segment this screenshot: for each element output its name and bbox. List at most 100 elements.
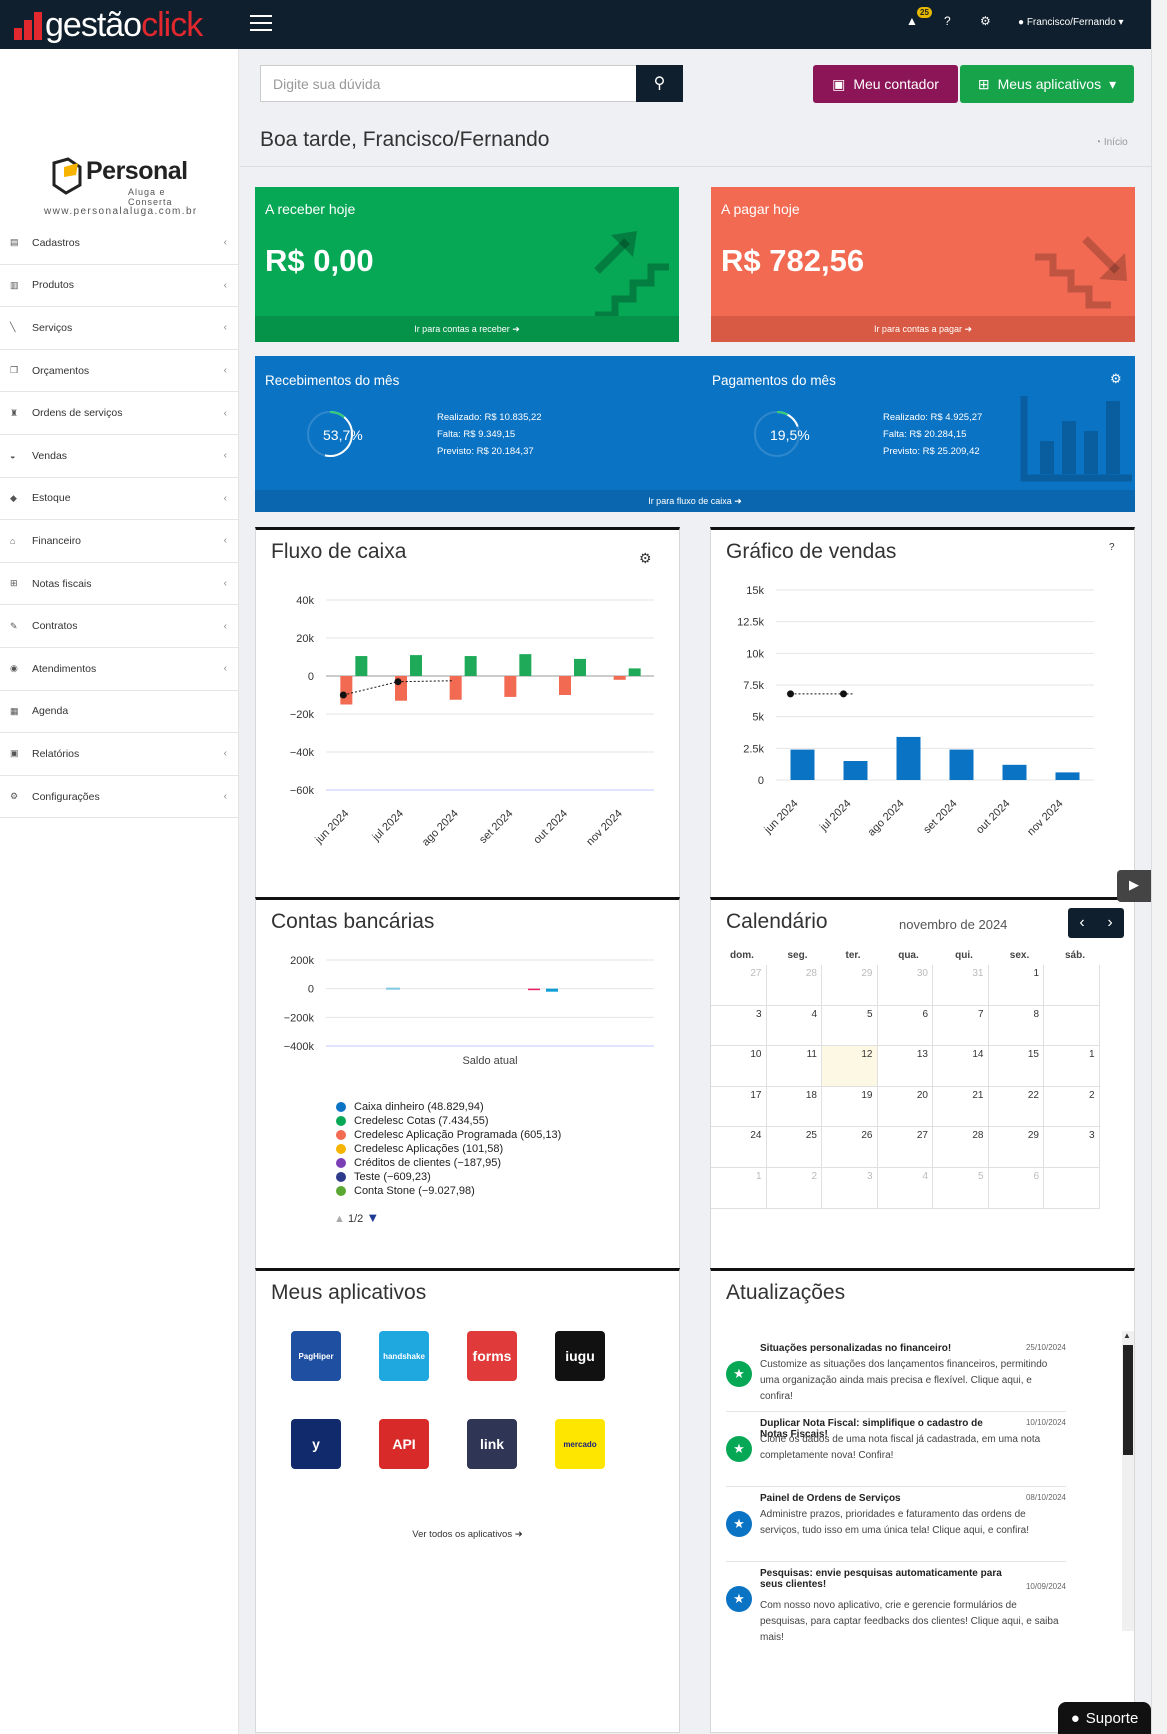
search-input[interactable]: Digite sua dúvida <box>260 65 637 102</box>
meus-aplicativos-button[interactable]: ⊞ Meus aplicativos ▾ <box>960 65 1134 103</box>
calendar-day[interactable]: 6 <box>877 1005 933 1047</box>
calendar-day[interactable]: 7 <box>933 1005 989 1047</box>
sidebar-item-notas-fiscais[interactable]: ⊞ Notas fiscais ‹ <box>0 563 239 606</box>
calendar-day[interactable]: 25 <box>766 1127 822 1168</box>
calendar-day[interactable]: 8 <box>988 1005 1044 1047</box>
calendar-day[interactable]: 1 <box>1044 1046 1100 1087</box>
calendar-day[interactable]: 21 <box>933 1086 989 1128</box>
app-logo[interactable]: gestão click <box>14 6 203 44</box>
sidebar-item-estoque[interactable]: ◆ Estoque ‹ <box>0 478 239 521</box>
next-month-button[interactable]: › <box>1096 908 1124 938</box>
sidebar-item-configura-es[interactable]: ⚙ Configurações ‹ <box>0 776 239 819</box>
calendar-day[interactable]: 19 <box>822 1086 878 1128</box>
sidebar-item-servi-os[interactable]: ╲ Serviços ‹ <box>0 307 239 350</box>
app-tile[interactable]: PagHiper <box>291 1331 341 1381</box>
calendar-day[interactable]: 28 <box>933 1127 989 1168</box>
sidebar-item-cadastros[interactable]: ▤ Cadastros ‹ <box>0 222 239 265</box>
help-icon[interactable]: ? <box>1109 542 1115 553</box>
sidebar-item-relat-rios[interactable]: ▣ Relatórios ‹ <box>0 733 239 776</box>
app-tile[interactable]: link <box>467 1419 517 1469</box>
legend-item[interactable]: Teste (−609,23) <box>336 1170 666 1184</box>
calendar-day[interactable]: 29 <box>822 965 878 1006</box>
sidebar-item-or-amentos[interactable]: ❐ Orçamentos ‹ <box>0 350 239 393</box>
contas-pagar-link[interactable]: Ir para contas a pagar ➜ <box>711 316 1135 342</box>
sidebar-item-financeiro[interactable]: ⌂ Financeiro ‹ <box>0 520 239 563</box>
help-icon[interactable]: ? <box>944 14 951 28</box>
sidebar-item-ordens-de-servi-os[interactable]: ♜ Ordens de serviços ‹ <box>0 392 239 435</box>
calendar-day[interactable] <box>1044 1168 1100 1209</box>
search-button[interactable]: ⚲ <box>636 65 683 102</box>
scroll-thumb[interactable] <box>1123 1345 1133 1455</box>
prev-month-button[interactable]: ‹ <box>1068 908 1096 938</box>
sidebar-item-vendas[interactable]: ◒ Vendas ‹ <box>0 435 239 478</box>
legend-item[interactable]: Credelesc Aplicações (101,58) <box>336 1142 666 1156</box>
breadcrumb[interactable]: ◔ Início <box>1095 137 1128 148</box>
calendar-day[interactable]: 4 <box>877 1168 933 1209</box>
sidebar-item-agenda[interactable]: ▦ Agenda <box>0 691 239 734</box>
calendar-day[interactable]: 17 <box>711 1086 767 1128</box>
legend-item[interactable]: Caixa dinheiro (48.829,94) <box>336 1100 666 1114</box>
calendar-day[interactable]: 5 <box>933 1168 989 1209</box>
update-item[interactable]: ★ Situações personalizadas no financeiro… <box>726 1343 1066 1415</box>
calendar-day[interactable]: 3 <box>822 1168 878 1209</box>
calendar-day[interactable]: 27 <box>711 965 767 1006</box>
calendar-day[interactable]: 12 <box>822 1046 878 1087</box>
calendar-day[interactable]: 13 <box>877 1046 933 1087</box>
cogs-icon[interactable]: ⚙ <box>980 14 991 28</box>
calendar-day[interactable]: 30 <box>877 965 933 1006</box>
calendar-day[interactable]: 28 <box>766 965 822 1006</box>
contas-receber-link[interactable]: Ir para contas a receber ➜ <box>255 316 679 342</box>
hamburger-menu-button[interactable] <box>250 15 272 32</box>
warning-icon[interactable]: ▲ <box>906 14 918 28</box>
side-panel-toggle[interactable]: ▶ <box>1117 870 1151 902</box>
calendar-day[interactable]: 11 <box>766 1046 822 1087</box>
cogs-icon[interactable]: ⚙ <box>1110 371 1122 387</box>
ver-todos-apps-link[interactable]: Ver todos os aplicativos ➜ <box>256 1529 679 1540</box>
legend-item[interactable]: Credelesc Cotas (7.434,55) <box>336 1114 666 1128</box>
calendar-day[interactable]: 18 <box>766 1086 822 1128</box>
calendar-day[interactable]: 1 <box>988 965 1044 1006</box>
calendar-day[interactable]: 2 <box>766 1168 822 1209</box>
calendar-day[interactable]: 31 <box>933 965 989 1006</box>
update-item[interactable]: ★ Pesquisas: envie pesquisas automaticam… <box>726 1568 1066 1643</box>
calendar-day[interactable]: 24 <box>711 1127 767 1168</box>
legend-item[interactable]: Conta Stone (−9.027,98) <box>336 1184 666 1198</box>
app-tile[interactable]: mercado <box>555 1419 605 1469</box>
app-tile[interactable]: forms <box>467 1331 517 1381</box>
user-menu[interactable]: ● Francisco/Fernando ▾ <box>1018 17 1124 28</box>
calendar-day[interactable]: 3 <box>1044 1127 1100 1168</box>
calendar-day[interactable]: 20 <box>877 1086 933 1128</box>
calendar-day[interactable]: 26 <box>822 1127 878 1168</box>
calendar-day[interactable]: 14 <box>933 1046 989 1087</box>
pager-down-icon[interactable]: ▼ <box>366 1210 379 1225</box>
update-item[interactable]: ★ Duplicar Nota Fiscal: simplifique o ca… <box>726 1418 1066 1490</box>
meu-contador-button[interactable]: ▣ Meu contador <box>813 65 958 103</box>
calendar-day[interactable]: 4 <box>766 1005 822 1047</box>
updates-scrollbar[interactable]: ▲ <box>1122 1331 1134 1631</box>
calendar-day[interactable]: 22 <box>988 1086 1044 1128</box>
calendar-day[interactable]: 10 <box>711 1046 767 1087</box>
sidebar-item-produtos[interactable]: ▥ Produtos ‹ <box>0 265 239 308</box>
app-tile[interactable]: API <box>379 1419 429 1469</box>
calendar-day[interactable]: 27 <box>877 1127 933 1168</box>
calendar-day[interactable]: 6 <box>988 1168 1044 1209</box>
scrollbar[interactable] <box>1151 0 1167 1734</box>
sidebar-item-contratos[interactable]: ✎ Contratos ‹ <box>0 605 239 648</box>
calendar-day[interactable] <box>1044 965 1100 1006</box>
suporte-button[interactable]: ● Suporte <box>1058 1702 1151 1734</box>
fluxo-caixa-link[interactable]: Ir para fluxo de caixa ➜ <box>255 490 1135 512</box>
pager-up-icon[interactable]: ▲ <box>334 1213 345 1225</box>
cogs-icon[interactable]: ⚙ <box>639 550 652 567</box>
scroll-up-icon[interactable]: ▲ <box>1123 1331 1131 1340</box>
app-tile[interactable]: iugu <box>555 1331 605 1381</box>
calendar-day[interactable] <box>1044 1005 1100 1047</box>
calendar-day[interactable]: 1 <box>711 1168 767 1209</box>
legend-item[interactable]: Créditos de clientes (−187,95) <box>336 1156 666 1170</box>
legend-item[interactable]: Credelesc Aplicação Programada (605,13) <box>336 1128 666 1142</box>
calendar-day[interactable]: 15 <box>988 1046 1044 1087</box>
calendar-day[interactable]: 29 <box>988 1127 1044 1168</box>
sidebar-item-atendimentos[interactable]: ◉ Atendimentos ‹ <box>0 648 239 691</box>
update-item[interactable]: ★ Painel de Ordens de Serviços 08/10/202… <box>726 1493 1066 1565</box>
app-tile[interactable]: handshake <box>379 1331 429 1381</box>
calendar-day[interactable]: 3 <box>711 1005 767 1047</box>
